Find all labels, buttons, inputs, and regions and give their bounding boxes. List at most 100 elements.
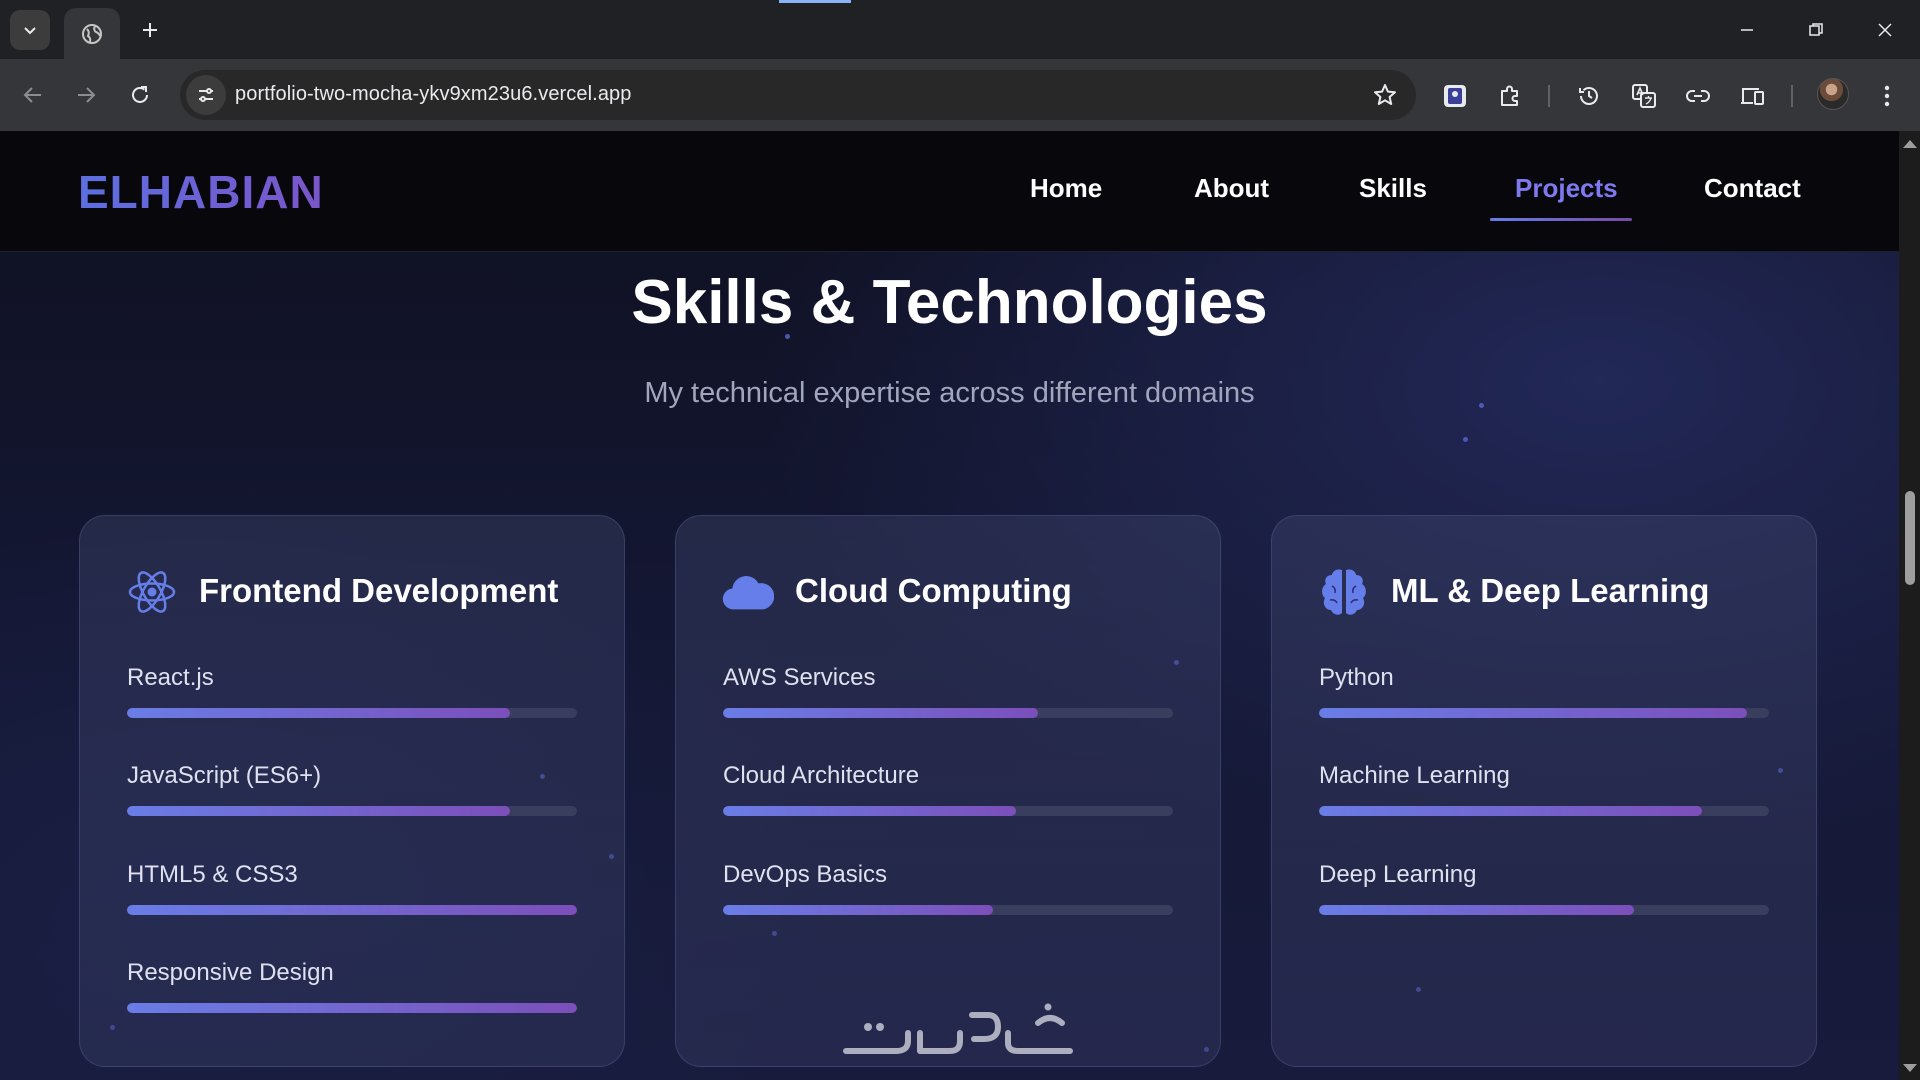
chevron-down-icon <box>24 27 36 35</box>
watermark-logo <box>843 1003 1073 1054</box>
cloud-icon <box>722 566 774 618</box>
nav-active-underline <box>1490 218 1632 221</box>
skill-item: DevOps Basics <box>723 861 1173 921</box>
card-title: Cloud Computing <box>795 572 1072 609</box>
address-bar[interactable]: portfolio-two-mocha-ykv9xm23u6.vercel.ap… <box>180 70 1416 120</box>
skill-progress-track <box>1319 806 1769 816</box>
minimize-icon <box>1741 29 1753 31</box>
arrow-right-icon <box>78 87 96 103</box>
skill-name: Machine Learning <box>1319 762 1510 789</box>
bookmark-button[interactable] <box>1372 82 1398 108</box>
forward-button[interactable] <box>68 77 104 113</box>
react-atom-icon <box>126 566 178 618</box>
skill-progress-fill <box>1319 806 1702 816</box>
skill-name: JavaScript (ES6+) <box>127 762 322 789</box>
skill-item: React.js <box>127 664 577 724</box>
skill-item: Machine Learning <box>1319 762 1769 822</box>
skill-progress-track <box>127 806 577 816</box>
skill-progress-track <box>1319 708 1769 718</box>
skill-name: DevOps Basics <box>723 861 888 888</box>
skill-item: HTML5 & CSS3 <box>127 861 577 921</box>
skill-progress-track <box>127 1003 577 1013</box>
restore-icon <box>1809 23 1823 36</box>
globe-icon <box>82 23 102 44</box>
skill-name: React.js <box>127 664 214 691</box>
site-info-button[interactable] <box>186 75 226 115</box>
tab-loading-indicator <box>779 0 851 3</box>
tune-icon <box>199 88 213 102</box>
device-mode-button[interactable] <box>1736 79 1770 113</box>
restore-button[interactable] <box>1793 10 1839 50</box>
copy-link-button[interactable] <box>1681 79 1715 113</box>
skill-name: HTML5 & CSS3 <box>127 861 298 888</box>
puzzle-icon <box>1501 85 1518 106</box>
section-title: Skills & Technologies <box>631 268 1268 337</box>
skill-card-ml: ML & Deep Learning Python Machine Learni… <box>1271 515 1817 1067</box>
tab-search-button[interactable] <box>10 10 50 50</box>
browser-toolbar: portfolio-two-mocha-ykv9xm23u6.vercel.ap… <box>0 59 1920 131</box>
browser-menu-button[interactable] <box>1870 79 1904 113</box>
plus-icon <box>143 23 157 37</box>
profile-avatar[interactable] <box>1817 78 1849 110</box>
skill-item: AWS Services <box>723 664 1173 724</box>
skill-progress-track <box>723 806 1173 816</box>
url-text[interactable]: portfolio-two-mocha-ykv9xm23u6.vercel.ap… <box>235 83 632 106</box>
reload-icon <box>132 86 148 103</box>
nav-home[interactable]: Home <box>1030 173 1102 204</box>
toolbar-separator <box>1791 85 1793 107</box>
history-icon <box>1579 87 1598 105</box>
skill-name: Responsive Design <box>127 959 334 986</box>
reload-button[interactable] <box>122 77 158 113</box>
skill-progress-track <box>723 708 1173 718</box>
scroll-up-arrow[interactable] <box>1903 140 1917 148</box>
page-scrollbar[interactable] <box>1899 131 1920 1080</box>
link-icon <box>1686 90 1710 102</box>
minimize-button[interactable] <box>1724 10 1770 50</box>
skill-progress-fill <box>723 806 1016 816</box>
skill-progress-fill <box>127 905 577 915</box>
skill-name: AWS Services <box>723 664 876 691</box>
back-button[interactable] <box>15 77 51 113</box>
skill-progress-track <box>723 905 1173 915</box>
extension-button[interactable] <box>1438 79 1472 113</box>
skill-progress-fill <box>127 1003 577 1013</box>
skill-card-cloud: Cloud Computing AWS Services Cloud Archi… <box>675 515 1221 1067</box>
skill-name: Deep Learning <box>1319 861 1477 888</box>
translate-button[interactable] <box>1627 79 1661 113</box>
card-title: Frontend Development <box>199 572 559 609</box>
skill-item: JavaScript (ES6+) <box>127 762 577 822</box>
skill-progress-fill <box>723 708 1038 718</box>
skill-item: Responsive Design <box>127 959 577 1019</box>
skill-card-frontend: Frontend Development React.js JavaScript… <box>79 515 625 1067</box>
arrow-left-icon <box>23 87 41 103</box>
browser-tab[interactable] <box>64 8 120 59</box>
skill-name: Cloud Architecture <box>723 762 920 789</box>
star-icon <box>1374 84 1396 105</box>
skill-progress-fill <box>1319 708 1747 718</box>
skill-progress-track <box>127 708 577 718</box>
close-icon <box>1878 23 1892 37</box>
history-button[interactable] <box>1572 79 1606 113</box>
more-vert-icon <box>1884 85 1890 107</box>
skill-progress-track <box>127 905 577 915</box>
new-tab-button[interactable] <box>134 14 166 46</box>
skill-item: Deep Learning <box>1319 861 1769 921</box>
scroll-down-arrow[interactable] <box>1903 1064 1917 1072</box>
toolbar-separator <box>1548 85 1550 107</box>
site-header: ELHABIAN Home About Skills Projects Cont… <box>0 131 1899 252</box>
close-window-button[interactable] <box>1862 10 1908 50</box>
nav-about[interactable]: About <box>1194 173 1269 204</box>
nav-projects[interactable]: Projects <box>1515 173 1618 204</box>
browser-tab-bar <box>0 0 1920 59</box>
translate-icon <box>1632 84 1656 108</box>
site-logo[interactable]: ELHABIAN <box>78 165 324 219</box>
skill-progress-fill <box>723 905 993 915</box>
devices-icon <box>1741 88 1764 105</box>
scroll-thumb[interactable] <box>1905 491 1915 585</box>
extensions-button[interactable] <box>1493 79 1527 113</box>
nav-skills[interactable]: Skills <box>1359 173 1427 204</box>
section-subtitle: My technical expertise across different … <box>644 377 1255 409</box>
page-viewport: ELHABIAN Home About Skills Projects Cont… <box>0 131 1899 1080</box>
card-title: ML & Deep Learning <box>1391 572 1710 609</box>
nav-contact[interactable]: Contact <box>1704 173 1801 204</box>
